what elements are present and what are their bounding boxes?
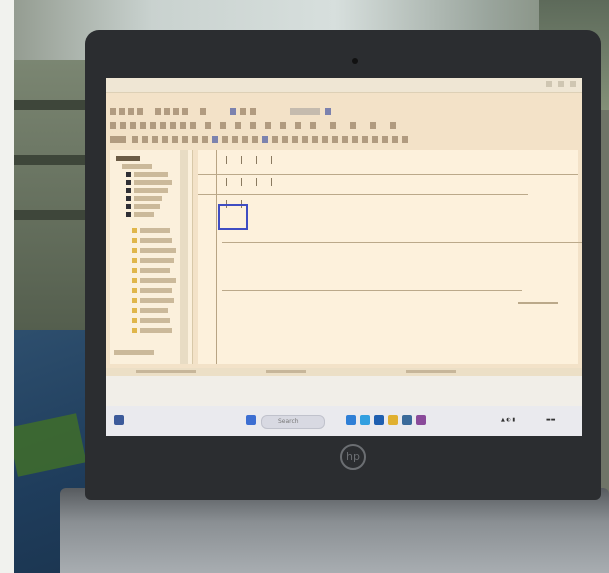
toolbar-row-1[interactable]	[110, 108, 580, 117]
app-icon[interactable]	[388, 415, 398, 425]
cell-cursor[interactable]	[218, 204, 248, 230]
app-icon[interactable]	[416, 415, 426, 425]
windows-start-icon[interactable]	[114, 415, 124, 425]
ladder-rung	[198, 174, 578, 175]
start-button[interactable]	[246, 415, 256, 425]
desktop-area	[106, 376, 582, 406]
clock[interactable]: ▬▬	[546, 417, 555, 423]
tray-icons[interactable]: ▲ ◐ ▮	[501, 417, 515, 423]
contact	[256, 178, 272, 186]
ladder-editor[interactable]	[198, 150, 582, 364]
ladder-rung	[222, 242, 582, 243]
status-bar	[106, 368, 582, 376]
contact	[226, 156, 242, 164]
app-icon[interactable]	[402, 415, 412, 425]
power-rail	[216, 150, 217, 364]
toolbar-row-3[interactable]	[110, 136, 580, 145]
window-titlebar	[106, 78, 582, 93]
close-button[interactable]	[570, 81, 576, 87]
search-input[interactable]: Search	[261, 415, 325, 429]
frame-edge	[0, 0, 14, 573]
laptop-base	[60, 488, 609, 573]
toolbar-row-2[interactable]	[110, 122, 580, 131]
hp-logo-icon: hp	[340, 444, 366, 470]
laptop-screen: Search ▲ ◐ ▮ ▬▬	[106, 78, 582, 436]
tree-scrollbar[interactable]	[180, 150, 188, 364]
search-label: Search	[278, 418, 299, 425]
minimize-button[interactable]	[546, 81, 552, 87]
edge-browser-icon[interactable]	[360, 415, 370, 425]
output-coil	[518, 302, 558, 304]
store-icon[interactable]	[374, 415, 384, 425]
contact	[226, 178, 242, 186]
webcam	[352, 58, 358, 64]
ladder-rung	[198, 194, 528, 195]
ladder-rung	[222, 290, 522, 291]
maximize-button[interactable]	[558, 81, 564, 87]
file-explorer-icon[interactable]	[346, 415, 356, 425]
taskbar: Search ▲ ◐ ▮ ▬▬	[106, 406, 582, 436]
background-shelf	[0, 60, 95, 360]
contact	[256, 156, 272, 164]
menu-bar[interactable]	[106, 94, 582, 104]
